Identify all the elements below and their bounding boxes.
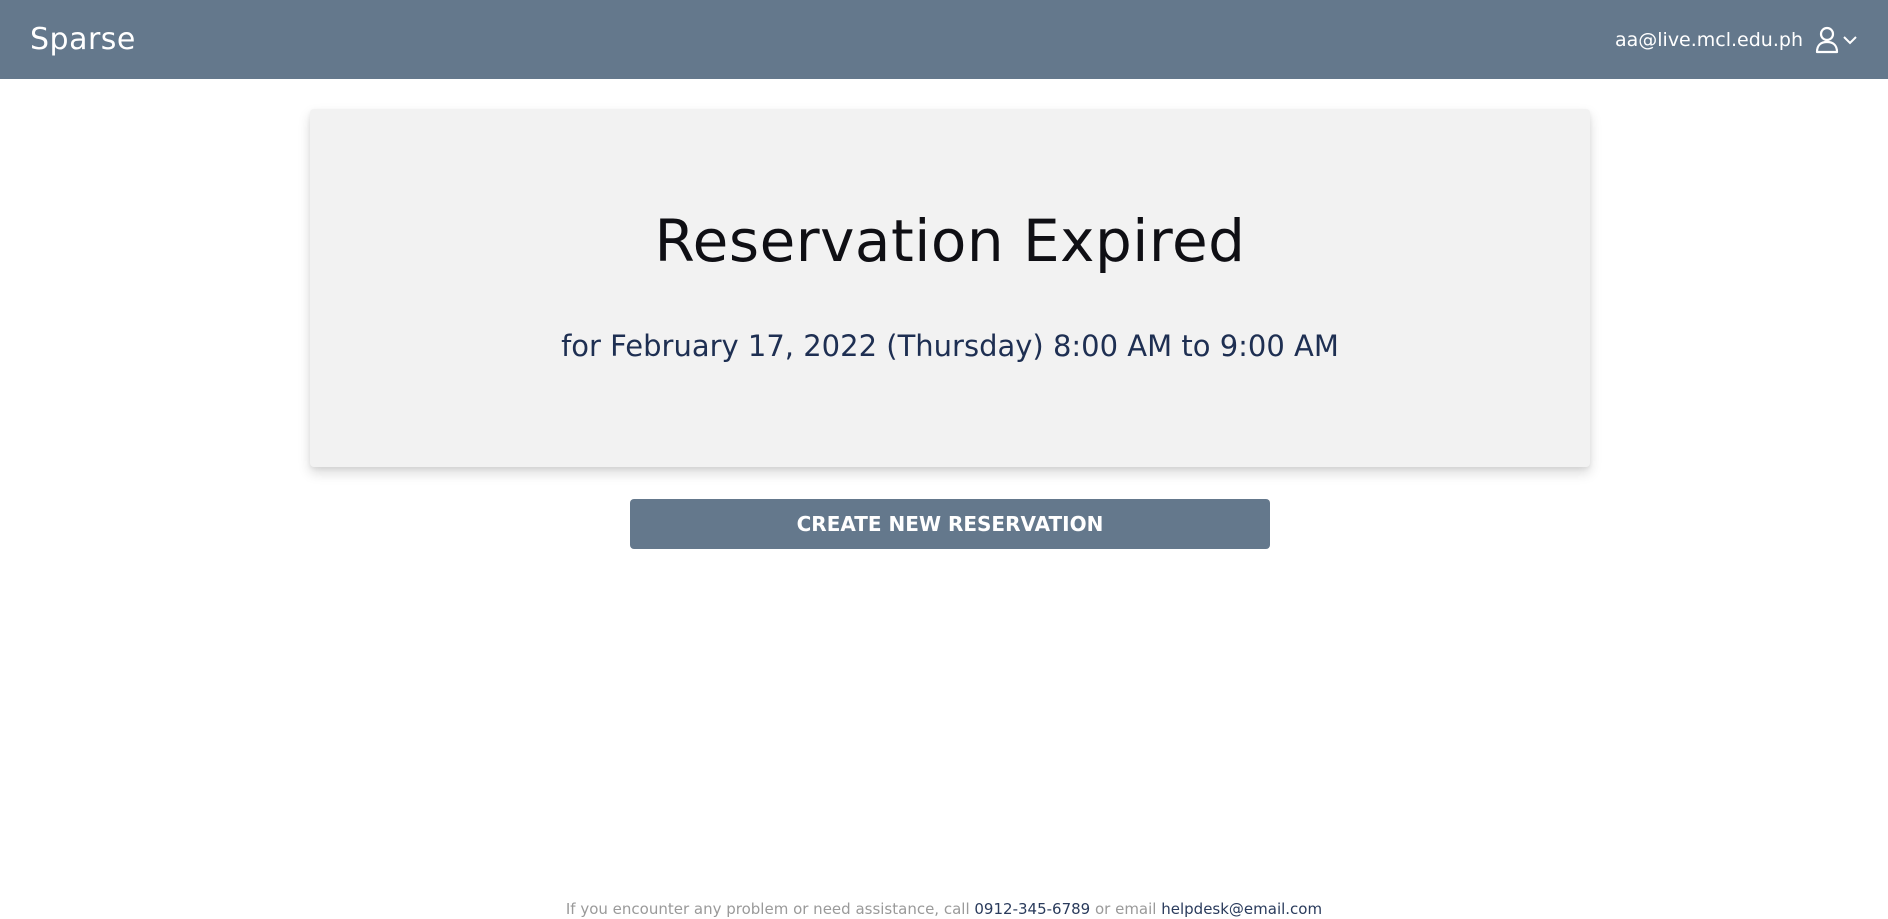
user-menu-toggle[interactable] <box>1815 26 1858 54</box>
reservation-status-card: Reservation Expired for February 17, 202… <box>310 109 1590 467</box>
top-navbar: Sparse aa@live.mcl.edu.ph <box>0 0 1888 79</box>
footer-text-middle: or email <box>1094 900 1157 918</box>
footer: If you encounter any problem or need ass… <box>0 900 1888 918</box>
user-icon[interactable] <box>1815 26 1839 54</box>
footer-text-prefix: If you encounter any problem or need ass… <box>565 900 970 918</box>
user-menu[interactable]: aa@live.mcl.edu.ph <box>1615 26 1858 54</box>
user-email[interactable]: aa@live.mcl.edu.ph <box>1615 29 1803 51</box>
chevron-down-icon[interactable] <box>1842 34 1858 46</box>
footer-phone-link[interactable]: 0912-345-6789 <box>974 900 1090 918</box>
footer-email-link[interactable]: helpdesk@email.com <box>1161 900 1322 918</box>
reservation-datetime: for February 17, 2022 (Thursday) 8:00 AM… <box>561 329 1339 363</box>
status-title: Reservation Expired <box>654 207 1246 275</box>
brand-logo[interactable]: Sparse <box>30 22 136 57</box>
create-new-reservation-button[interactable]: CREATE NEW RESERVATION <box>630 499 1270 549</box>
